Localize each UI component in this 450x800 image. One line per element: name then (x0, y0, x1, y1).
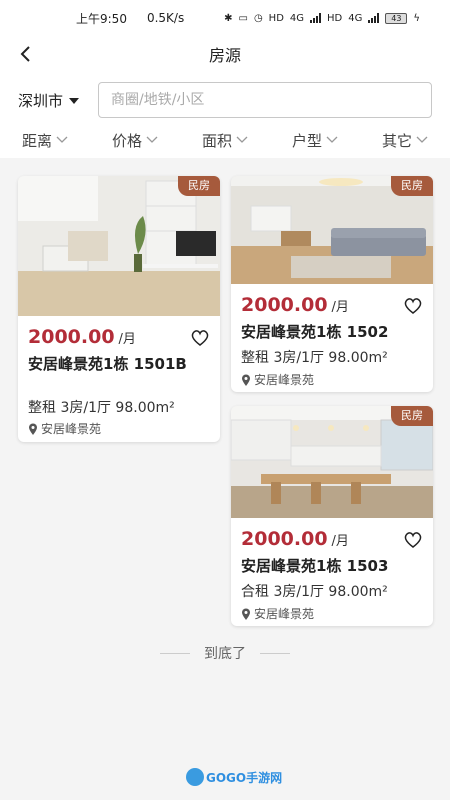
search-input[interactable] (98, 82, 432, 118)
page-title: 房源 (208, 46, 241, 65)
divider (160, 652, 190, 654)
watermark: GOGO手游网 (186, 768, 282, 786)
price-row: 2000.00 /月 (28, 326, 136, 348)
filter-tab-distance[interactable]: 距离 (0, 126, 90, 154)
listing-location: 安居峰景苑 (28, 420, 101, 437)
listing-title: 安居峰景苑1栋 1502 (241, 323, 389, 341)
hd-icon: HD (327, 12, 343, 24)
nav-bar: 房源 (0, 36, 450, 72)
signal-icon (310, 13, 322, 23)
watermark-logo-icon (186, 768, 204, 786)
listing-price: 2000.00 (241, 294, 328, 316)
listing-price: 2000.00 (28, 326, 115, 348)
listing-badge: 民房 (391, 406, 433, 426)
watermark-text: GOGO手游网 (206, 770, 283, 785)
filter-tab-other[interactable]: 其它 (360, 126, 450, 154)
network-type-1: 4G (289, 12, 305, 24)
listing-detail: 合租 3房/1厅 98.00m² (241, 584, 388, 600)
listing-location: 安居峰景苑 (241, 371, 314, 388)
filter-tab-area[interactable]: 面积 (180, 126, 270, 154)
filter-tab-label: 户型 (291, 131, 322, 150)
end-of-list: 到底了 (0, 642, 450, 664)
back-arrow-icon[interactable] (14, 40, 38, 68)
network-speed: 0.5K/s (146, 11, 185, 25)
listing-location: 安居峰景苑 (241, 605, 314, 622)
hd-icon: HD (268, 12, 284, 24)
listing-photo (18, 176, 220, 316)
listing-card[interactable]: 民房 2000.00 /月 安居峰景苑1栋 1503 合租 3房/1厅 98.0… (231, 406, 433, 626)
battery-icon: 43 (385, 12, 408, 24)
favorite-heart-icon[interactable] (403, 531, 423, 549)
filter-tab-label: 其它 (381, 131, 412, 150)
listing-title: 安居峰景苑1栋 1503 (241, 557, 389, 575)
chevron-down-icon (326, 136, 338, 143)
listing-card[interactable]: 民房 2000.00 /月 安居峰景苑1栋 1502 整租 3房/1厅 98.0… (231, 176, 433, 392)
caret-down-icon (69, 97, 80, 104)
status-bar: 上午9:50 0.5K/s ✱ ▭ ◷ HD 4G HD 4G 43 ϟ (0, 0, 450, 36)
network-type-2: 4G (348, 12, 363, 24)
chevron-down-icon (56, 136, 68, 143)
price-row: 2000.00 /月 (241, 294, 349, 316)
bluetooth-icon: ✱ (224, 12, 233, 24)
filter-tabs: 距离 价格 面积 户型 其它 (0, 126, 450, 154)
filter-tab-label: 价格 (111, 131, 142, 150)
battery-level: 43 (391, 13, 402, 23)
location-label: 安居峰景苑 (254, 373, 315, 387)
charging-icon: ϟ (413, 12, 420, 24)
alarm-icon: ◷ (253, 12, 263, 24)
location-label: 安居峰景苑 (41, 422, 102, 436)
listing-card[interactable]: 民房 2000.00 /月 安居峰景苑1栋 1501B 整租 3房/1厅 98.… (18, 176, 220, 442)
filter-tab-price[interactable]: 价格 (90, 126, 180, 154)
filter-tab-label: 面积 (201, 131, 232, 150)
end-of-list-text: 到底了 (204, 646, 246, 662)
location-pin-icon (29, 423, 37, 435)
location-label: 安居峰景苑 (254, 607, 315, 621)
chevron-down-icon (146, 136, 158, 143)
filter-tab-layout[interactable]: 户型 (270, 126, 360, 154)
location-pin-icon (242, 374, 250, 386)
listing-badge: 民房 (178, 176, 220, 196)
filter-tab-label: 距离 (21, 131, 52, 150)
vibrate-icon: ▭ (238, 12, 248, 24)
listing-title: 安居峰景苑1栋 1501B (28, 355, 187, 373)
favorite-heart-icon[interactable] (190, 329, 210, 347)
city-label: 深圳市 (18, 92, 64, 110)
filter-bar: 深圳市 距离 价格 面积 户型 其它 (0, 72, 450, 158)
location-pin-icon (242, 608, 250, 620)
chevron-down-icon (236, 136, 248, 143)
price-row: 2000.00 /月 (241, 528, 349, 550)
price-unit: /月 (331, 534, 349, 549)
price-unit: /月 (331, 300, 349, 315)
price-unit: /月 (118, 332, 136, 347)
signal-icon (368, 13, 380, 23)
chevron-down-icon (416, 136, 428, 143)
listing-detail: 整租 3房/1厅 98.00m² (241, 350, 388, 366)
status-time: 上午9:50 (76, 11, 127, 26)
city-selector[interactable]: 深圳市 (18, 90, 80, 111)
listing-price: 2000.00 (241, 528, 328, 550)
divider (260, 652, 290, 654)
listing-badge: 民房 (391, 176, 433, 196)
favorite-heart-icon[interactable] (403, 297, 423, 315)
listing-detail: 整租 3房/1厅 98.00m² (28, 400, 175, 416)
